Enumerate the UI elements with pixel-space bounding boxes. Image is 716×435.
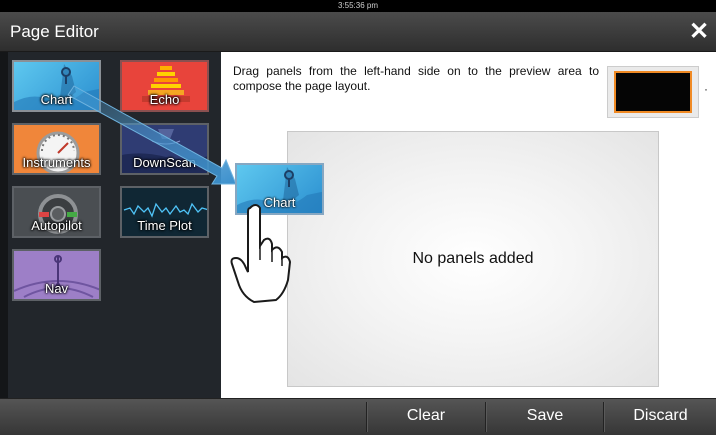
panel-tile-echo[interactable]: Echo	[120, 60, 209, 112]
discard-button[interactable]: Discard	[605, 398, 716, 434]
layout-thumbnail[interactable]	[607, 66, 699, 118]
panel-tile-instruments[interactable]: Instruments	[12, 123, 101, 175]
title-bar: Page Editor ✕	[0, 12, 716, 52]
dot-dropdown-icon[interactable]: ·	[704, 82, 708, 96]
panel-label: Echo	[149, 92, 180, 107]
page-title: Page Editor	[10, 22, 99, 41]
instructions-text: Drag panels from the left-hand side on t…	[233, 64, 599, 93]
close-button[interactable]: ✕	[688, 20, 710, 44]
panel-tile-nav[interactable]: Nav	[12, 249, 101, 301]
layout-preview-cell	[614, 71, 692, 113]
panel-label: DownScan	[133, 155, 196, 170]
status-time: 3:55:36 pm	[337, 1, 379, 10]
panel-label: Time Plot	[137, 218, 192, 233]
clear-button[interactable]: Clear	[367, 398, 485, 434]
panel-label: Autopilot	[31, 218, 82, 233]
left-edge	[0, 52, 8, 398]
panel-tile-time-plot[interactable]: Time Plot	[120, 186, 209, 238]
dragging-panel-chart[interactable]: Chart	[235, 163, 324, 215]
panel-label: Chart	[40, 92, 73, 107]
save-button[interactable]: Save	[487, 398, 603, 434]
panel-label: Nav	[44, 281, 69, 296]
empty-preview-text: No panels added	[412, 250, 534, 267]
panel-tile-downscan[interactable]: DownScan	[120, 123, 209, 175]
panel-label: Instruments	[22, 155, 91, 170]
panel-tile-chart[interactable]: Chart	[12, 60, 101, 112]
dragging-panel-label: Chart	[263, 195, 296, 210]
panel-tile-autopilot[interactable]: Autopilot	[12, 186, 101, 238]
status-bar: 3:55:36 pm	[0, 0, 716, 12]
